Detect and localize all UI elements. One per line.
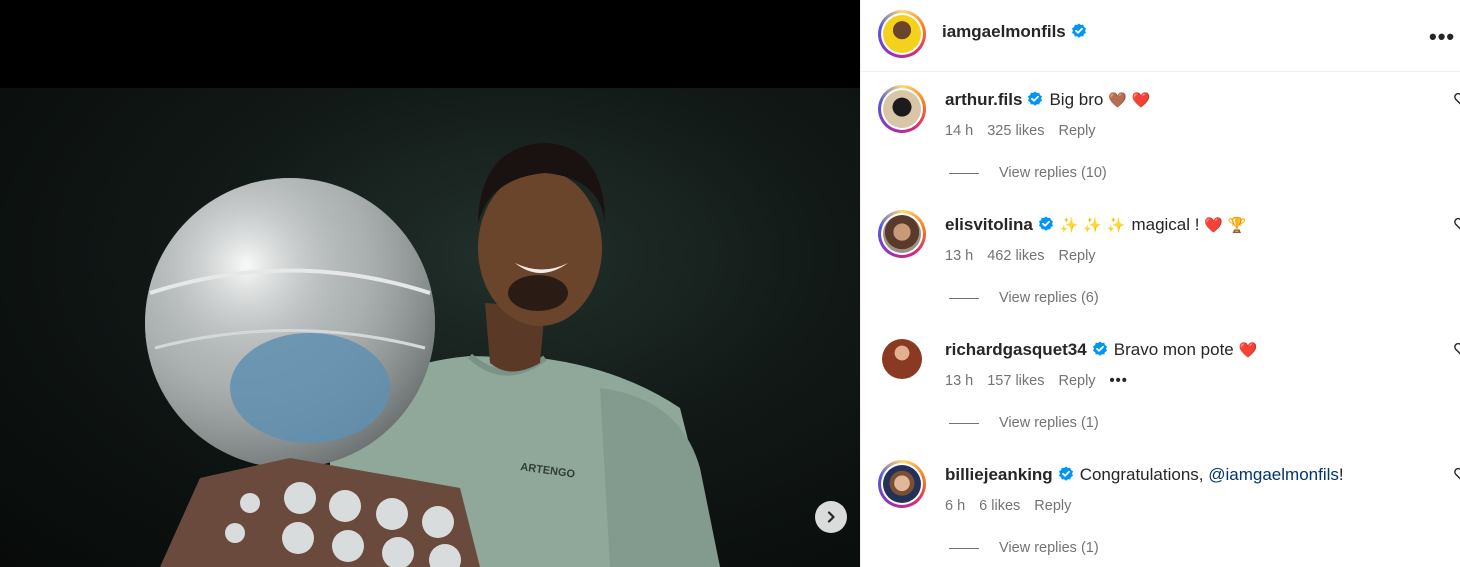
verified-badge-icon: [1038, 216, 1053, 231]
comment-time: 6 h: [945, 498, 966, 514]
view-replies-button[interactable]: View replies (1): [949, 415, 1099, 431]
view-replies-button[interactable]: View replies (6): [949, 290, 1099, 306]
comment-text: Big bro: [1049, 90, 1104, 109]
comment-username[interactable]: elisvitolina: [945, 215, 1033, 234]
verified-badge-icon: [1058, 466, 1073, 481]
comment-username[interactable]: billiejeanking: [945, 465, 1053, 484]
comment-username[interactable]: richardgasquet34: [945, 340, 1087, 359]
comment-text-suffix: !: [1338, 465, 1344, 484]
replies-divider: [949, 547, 979, 549]
trophy-photo-illustration: ARTENGO: [145, 143, 720, 567]
verified-badge-icon: [1071, 23, 1086, 38]
next-photo-button[interactable]: [815, 501, 847, 533]
comment-likes[interactable]: 6 likes: [979, 498, 1020, 514]
comment-item: billiejeanking Congratulations, @iamgaelm…: [861, 447, 1460, 567]
commenter-avatar[interactable]: [878, 85, 926, 133]
comments-panel: iamgaelmonfils ••• arthur.fils Big bro 🤎 …: [860, 0, 1460, 567]
comment-meta: 6 h 6 likes Reply: [945, 498, 1085, 514]
comment-sparkles: ✨ ✨ ✨: [1059, 216, 1126, 234]
comment-text: magical !: [1131, 215, 1200, 234]
commenter-avatar[interactable]: [882, 339, 922, 379]
commenter-avatar[interactable]: [878, 460, 926, 508]
comment-item: elisvitolina ✨ ✨ ✨ magical ! ❤️ 🏆 13 h 462 …: [861, 197, 1460, 322]
reply-button[interactable]: Reply: [1058, 123, 1095, 139]
view-replies-label: View replies (1): [999, 540, 1099, 556]
view-replies-label: View replies (10): [999, 165, 1107, 181]
reply-button[interactable]: Reply: [1058, 373, 1095, 389]
view-replies-button[interactable]: View replies (1): [949, 540, 1099, 556]
view-replies-button[interactable]: View replies (10): [949, 165, 1107, 181]
view-replies-label: View replies (6): [999, 290, 1099, 306]
author-username[interactable]: iamgaelmonfils: [942, 22, 1066, 41]
verified-badge-icon: [1092, 341, 1107, 356]
comment-time: 13 h: [945, 373, 974, 389]
comment-emojis: 🤎 ❤️: [1108, 91, 1151, 109]
verified-badge-icon: [1028, 91, 1043, 106]
comment-likes[interactable]: 325 likes: [987, 123, 1044, 139]
author-avatar[interactable]: [878, 10, 926, 58]
replies-divider: [949, 297, 979, 299]
heart-outline-icon[interactable]: [1454, 467, 1460, 481]
comment-meta: 13 h 462 likes Reply: [945, 248, 1110, 264]
replies-divider: [949, 172, 979, 174]
post-header: iamgaelmonfils •••: [861, 0, 1460, 72]
comment-time: 14 h: [945, 123, 974, 139]
comment-item: arthur.fils Big bro 🤎 ❤️ 14 h 325 likes Rep…: [861, 72, 1460, 197]
comment-time: 13 h: [945, 248, 974, 264]
replies-divider: [949, 422, 979, 424]
mention-link[interactable]: @iamgaelmonfils: [1208, 465, 1339, 484]
reply-button[interactable]: Reply: [1034, 498, 1071, 514]
comment-emojis: ❤️: [1238, 341, 1258, 359]
heart-outline-icon[interactable]: [1454, 342, 1460, 356]
view-replies-label: View replies (1): [999, 415, 1099, 431]
more-options-icon[interactable]: •••: [1429, 24, 1455, 50]
comment-likes[interactable]: 157 likes: [987, 373, 1044, 389]
heart-outline-icon[interactable]: [1454, 92, 1460, 106]
heart-outline-icon[interactable]: [1454, 217, 1460, 231]
chevron-right-icon: [827, 511, 835, 523]
comment-likes[interactable]: 462 likes: [987, 248, 1044, 264]
post-media: ARTENGO: [0, 0, 860, 567]
comment-text: Congratulations,: [1079, 465, 1204, 484]
media-letterbox: [0, 0, 860, 88]
comment-meta: 14 h 325 likes Reply: [945, 123, 1110, 139]
comment-username[interactable]: arthur.fils: [945, 90, 1022, 109]
comment-meta: 13 h 157 likes Reply •••: [945, 373, 1142, 389]
commenter-avatar[interactable]: [878, 210, 926, 258]
post-photo: ARTENGO: [0, 88, 860, 567]
comment-emojis: ❤️ 🏆: [1204, 216, 1247, 234]
comment-text: Bravo mon pote: [1113, 340, 1234, 359]
reply-button[interactable]: Reply: [1058, 248, 1095, 264]
comment-options-icon[interactable]: •••: [1110, 373, 1128, 389]
comment-item: richardgasquet34 Bravo mon pote ❤️ 13 h 15…: [861, 322, 1460, 447]
